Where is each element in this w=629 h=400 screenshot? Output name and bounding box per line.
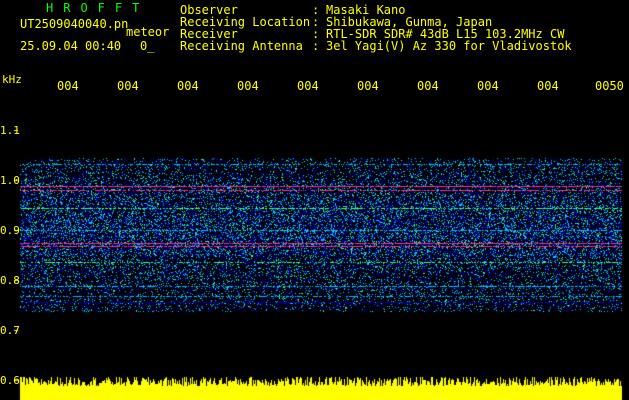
x-tick-label: 004 (537, 79, 559, 93)
x-tick-label: 004 (117, 79, 139, 93)
info-value: 3el Yagi(V) Az 330 for Vladivostok (326, 39, 572, 53)
info-row-antenna: Receiving Antenna:3el Yagi(V) Az 330 for… (180, 40, 572, 52)
x-tick-label: 004 (357, 79, 379, 93)
info-key: Receiving Antenna (180, 39, 303, 53)
y-tick-label: 1.0 (0, 174, 20, 187)
info-sep: : (312, 39, 320, 53)
y-tick-label: 1.1 (0, 124, 20, 137)
y-tick-label: 0.7 (0, 324, 20, 337)
x-tick-label: 004 (177, 79, 199, 93)
x-tick-label: 0050 (595, 79, 624, 93)
meteor-count: 0_ (140, 39, 155, 53)
app-title: HROFFT (46, 1, 150, 15)
y-tick-label: 0.6 (0, 374, 20, 387)
y-tick-label: 0.9 (0, 224, 20, 237)
y-tick-label: 0.8 (0, 274, 20, 287)
x-tick-label: 004 (297, 79, 319, 93)
date-time: 25.09.04 00:40 (20, 39, 122, 53)
meteor-label: meteor (126, 25, 170, 39)
x-tick-label: 004 (477, 79, 499, 93)
x-tick-label: 004 (237, 79, 259, 93)
x-tick-label: 004 (417, 79, 439, 93)
y-axis-unit: kHz (2, 73, 22, 86)
file-name: UT2509040040.pn (20, 17, 129, 31)
x-tick-label: 004 (57, 79, 79, 93)
spectrogram-display (0, 0, 629, 400)
